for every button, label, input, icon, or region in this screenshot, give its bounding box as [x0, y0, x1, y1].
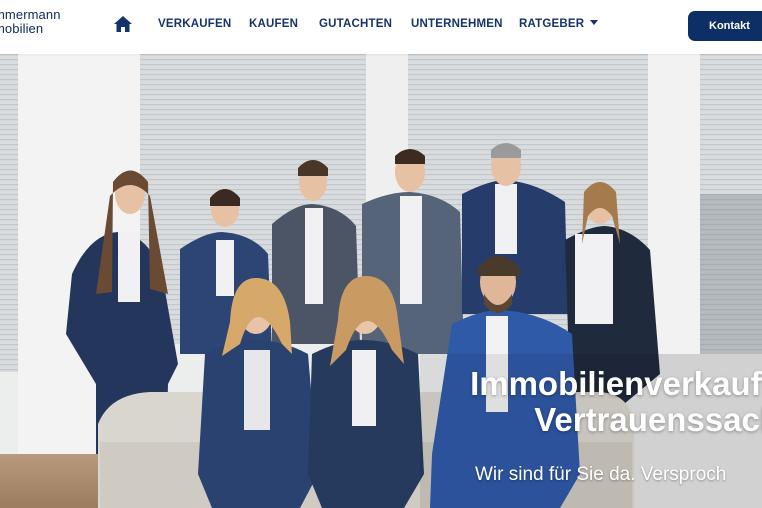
nav-gutachten[interactable]: GUTACHTEN	[319, 18, 392, 30]
nav-ratgeber-item[interactable]: RATGEBER	[519, 18, 599, 30]
nav-unternehmen[interactable]: UNTERNEHMEN	[411, 18, 503, 30]
caret-down-icon	[590, 20, 599, 26]
hero-headline-line-2: Vertrauenssach	[534, 401, 762, 438]
hero-headline: Immobilienverkauf i Vertrauenssach	[470, 366, 762, 438]
nav-ratgeber: RATGEBER	[519, 18, 585, 30]
hero-section: Immobilienverkauf i Vertrauenssach Wir s…	[0, 54, 762, 508]
nav-verkaufen[interactable]: VERKAUFEN	[158, 18, 231, 30]
nav-kaufen[interactable]: KAUFEN	[249, 18, 298, 30]
home-icon[interactable]	[113, 15, 133, 33]
company-logo[interactable]: mmermann mobilien	[0, 8, 61, 36]
hero-headline-line-1: Immobilienverkauf i	[470, 365, 762, 402]
logo-line-1: mmermann	[0, 7, 61, 22]
team-photo	[0, 54, 762, 508]
site-header: mmermann mobilien VERKAUFEN KAUFEN GUTAC…	[0, 0, 762, 54]
logo-line-2: mobilien	[0, 21, 44, 36]
kontakt-button[interactable]: Kontakt	[688, 11, 762, 41]
hero-subline: Wir sind für Sie da. Versproch	[475, 464, 727, 485]
